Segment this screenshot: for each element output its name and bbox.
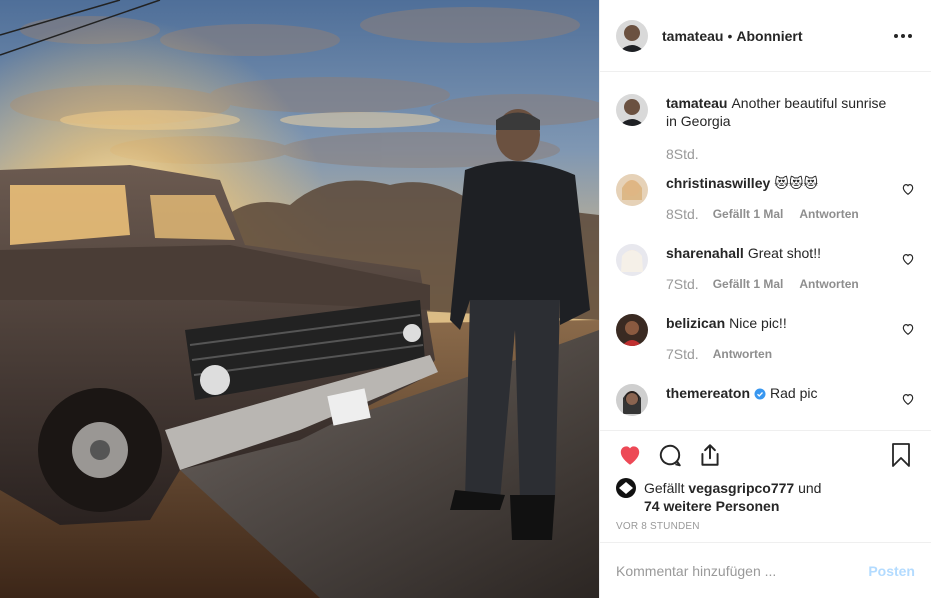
commenter-avatar[interactable] [616, 94, 648, 126]
comment-time[interactable]: 7Std. [666, 346, 699, 362]
post-comment-button[interactable]: Posten [868, 563, 915, 579]
follow-status-button[interactable]: Abonniert [736, 28, 802, 44]
liker-username[interactable]: vegasgripco777 [688, 480, 794, 496]
add-comment-bar: Posten [600, 542, 931, 598]
liker-avatar[interactable] [616, 478, 636, 498]
like-heart-filled-icon[interactable] [616, 441, 644, 469]
share-upload-icon[interactable] [696, 441, 724, 469]
likes-others-link[interactable]: 74 weitere Personen [644, 498, 779, 514]
heart-outline-icon[interactable] [901, 392, 915, 406]
post-sidebar: tamateau • Abonniert tamateau Another bea… [599, 0, 931, 598]
commenter-avatar[interactable] [616, 244, 648, 276]
comment-username[interactable]: tamateau [666, 95, 727, 111]
comment-input[interactable] [616, 562, 861, 579]
commenter-avatar[interactable] [616, 384, 648, 416]
action-icons [616, 431, 915, 479]
more-icon[interactable] [891, 24, 915, 48]
comment-item: belizican Nice pic!! 7Std. Antworten [616, 314, 915, 362]
author-username[interactable]: tamateau [662, 28, 723, 44]
bookmark-icon[interactable] [887, 441, 915, 469]
heart-outline-icon[interactable] [901, 322, 915, 336]
verified-badge-icon [754, 388, 766, 400]
caption-comment: tamateau Another beautiful sunrise in Geo… [616, 94, 915, 162]
likes-prefix: Gefällt [644, 480, 685, 496]
comment-time[interactable]: 8Std. [666, 206, 699, 222]
comment-item: themereaton Rad pic [616, 384, 915, 416]
comment-text: Rad pic [770, 385, 818, 401]
heart-outline-icon[interactable] [901, 252, 915, 266]
reply-button[interactable]: Antworten [799, 207, 858, 221]
comment-username[interactable]: themereaton [666, 385, 750, 401]
comment-item: christinaswilley 😻😻😻 8Std. Gefällt 1 Mal … [616, 174, 915, 222]
comment-text: 😻😻😻 [774, 175, 819, 191]
post-photo[interactable] [0, 0, 599, 598]
comment-username[interactable]: belizican [666, 315, 725, 331]
comment-text: Nice pic!! [729, 315, 787, 331]
likes-summary: Gefällt vegasgripco777 und 74 weitere Pe… [616, 478, 915, 515]
reply-button[interactable]: Antworten [799, 277, 858, 291]
comment-likes-count[interactable]: Gefällt 1 Mal [713, 277, 784, 291]
commenter-avatar[interactable] [616, 314, 648, 346]
post-actions: Gefällt vegasgripco777 und 74 weitere Pe… [600, 430, 931, 542]
comment-username[interactable]: sharenahall [666, 245, 744, 261]
comment-item: sharenahall Great shot!! 7Std. Gefällt 1 … [616, 244, 915, 292]
header-separator: • [727, 27, 733, 44]
author-avatar[interactable] [616, 19, 648, 52]
post-timestamp[interactable]: VOR 8 STUNDEN [616, 521, 915, 542]
comment-bubble-icon[interactable] [656, 441, 684, 469]
likes-middle: und [798, 480, 822, 496]
post-dialog: tamateau • Abonniert tamateau Another bea… [0, 0, 931, 598]
comment-time[interactable]: 7Std. [666, 276, 699, 292]
commenter-avatar[interactable] [616, 174, 648, 206]
comment-time[interactable]: 8Std. [666, 146, 699, 162]
sunrise-truck-photo [0, 0, 599, 598]
comment-likes-count[interactable]: Gefällt 1 Mal [713, 207, 784, 221]
comment-text: Great shot!! [747, 245, 821, 261]
heart-outline-icon[interactable] [901, 182, 915, 196]
comment-username[interactable]: christinaswilley [666, 175, 770, 191]
reply-button[interactable]: Antworten [713, 347, 772, 361]
post-header: tamateau • Abonniert [600, 0, 931, 72]
comments-list: tamateau Another beautiful sunrise in Geo… [600, 72, 931, 430]
